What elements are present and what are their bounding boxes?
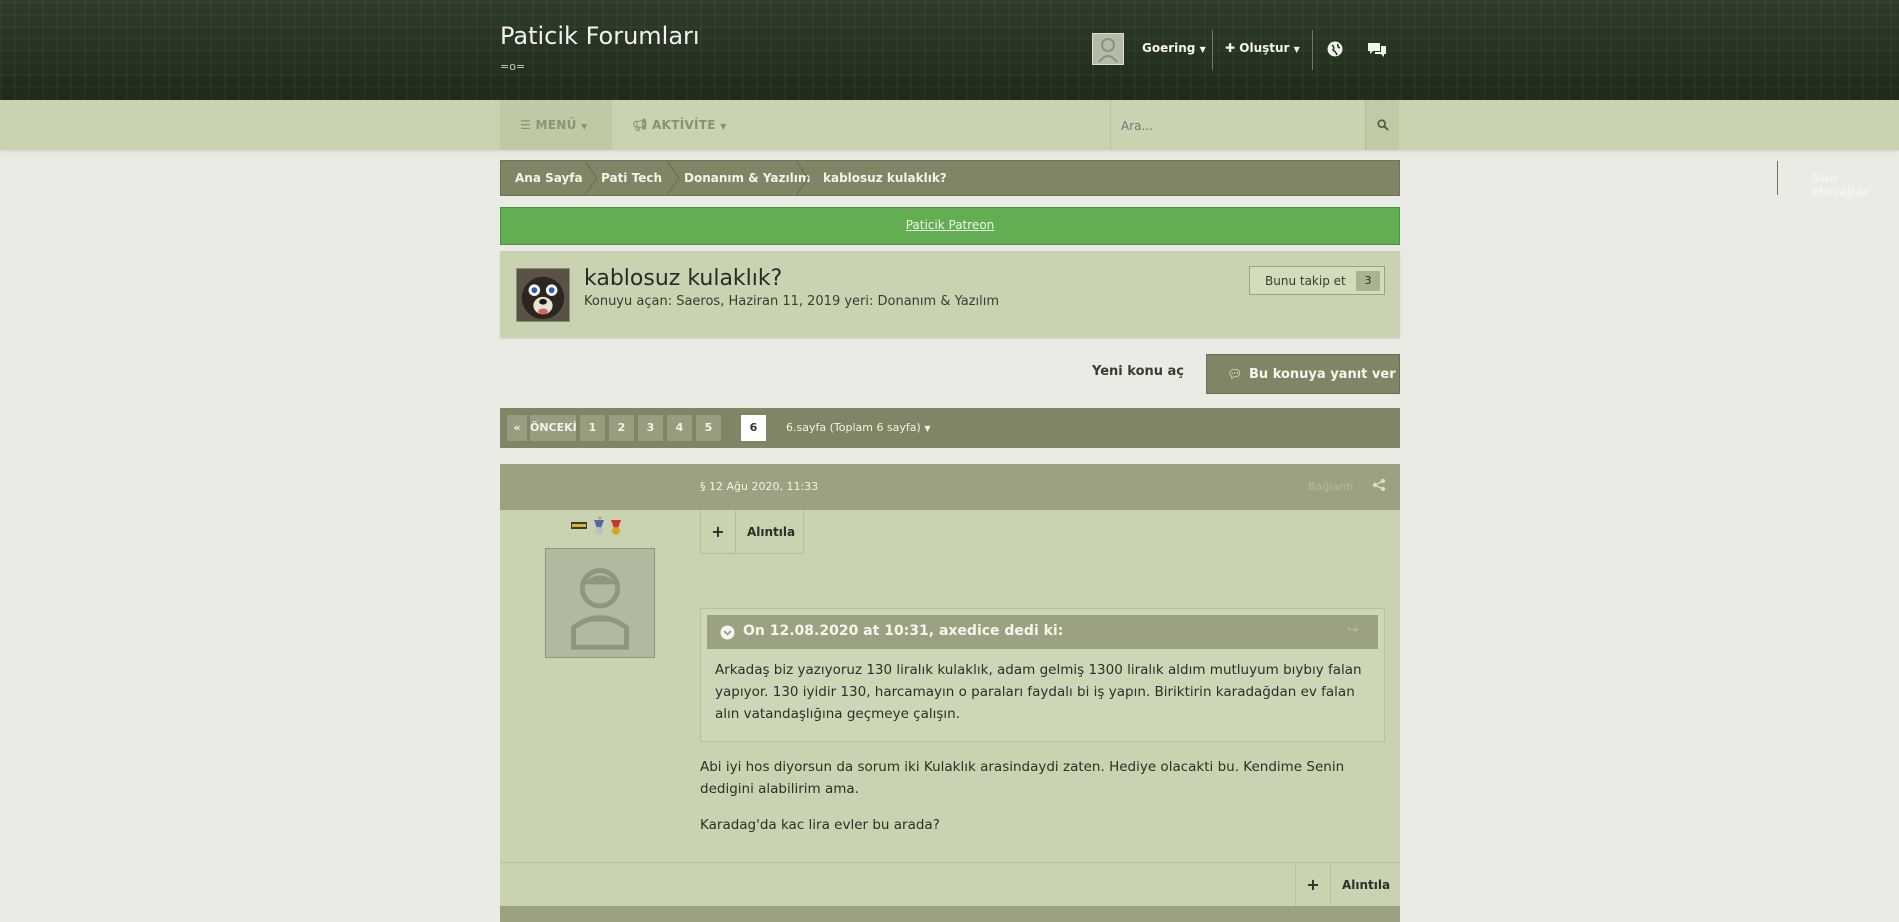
page-info-label: 6.sayfa (Toplam 6 sayfa) bbox=[786, 421, 921, 434]
thread-title: kablosuz kulaklık? bbox=[584, 266, 783, 291]
user-avatar-small[interactable] bbox=[1092, 33, 1124, 65]
jump-to-quote-icon[interactable]: ↪ bbox=[1347, 622, 1359, 638]
pagination-current-page[interactable]: 6 bbox=[741, 415, 766, 441]
chevron-down-icon: ▼ bbox=[1293, 45, 1300, 54]
follow-count-badge: 3 bbox=[1356, 271, 1380, 291]
header-divider bbox=[1212, 30, 1213, 70]
thread-meta: Konuyu açan: Saeros, Haziran 11, 2019 ye… bbox=[584, 294, 1000, 309]
globe-icon[interactable] bbox=[1326, 40, 1344, 58]
quote-text: Arkadaş biz yazıyoruz 130 liralık kulakl… bbox=[715, 662, 1362, 722]
thread-starter-avatar[interactable] bbox=[516, 268, 570, 322]
breadcrumb-separator bbox=[667, 161, 680, 195]
chevron-down-icon: ▼ bbox=[1199, 45, 1206, 54]
chevron-down-icon: ▼ bbox=[720, 122, 727, 131]
plus-icon: ✚ bbox=[1225, 41, 1236, 55]
username-label: Goering bbox=[1142, 41, 1196, 55]
create-label: Oluştur bbox=[1239, 41, 1290, 55]
list-icon: ☰ bbox=[520, 118, 532, 132]
pagination-prev[interactable]: ÖNCEKİ bbox=[530, 415, 577, 441]
share-icon[interactable] bbox=[1372, 478, 1386, 492]
chevron-down-icon: ▼ bbox=[581, 122, 588, 131]
pagination-page[interactable]: 5 bbox=[696, 415, 721, 441]
multiquote-button[interactable]: + bbox=[1296, 863, 1331, 907]
breadcrumb: Ana Sayfa Pati Tech Donanım & Yazılım ka… bbox=[500, 160, 1870, 199]
post-footer-actions: + Alıntıla bbox=[1295, 863, 1400, 907]
site-header: Paticik Forumları =o= Goering ▼ ✚ Oluştu… bbox=[0, 0, 1899, 100]
menu-button[interactable]: ☰ MENÜ ▼ bbox=[500, 100, 612, 150]
breadcrumb-separator bbox=[796, 161, 809, 195]
quote-button[interactable]: Alıntıla bbox=[747, 510, 795, 554]
patreon-link[interactable]: Paticik Patreon bbox=[906, 218, 995, 232]
bullhorn-icon: 📢︎ bbox=[632, 118, 648, 132]
multiquote-button[interactable]: + bbox=[701, 510, 736, 554]
share-label[interactable]: Bağlantı bbox=[1308, 480, 1353, 493]
header-divider bbox=[1312, 30, 1313, 70]
quote-header[interactable]: On 12.08.2020 at 10:31, axedice dedi ki:… bbox=[707, 615, 1378, 649]
post-header: § 12 Ağu 2020, 11:33 Bağlantı bbox=[500, 464, 1400, 510]
breadcrumb-separator bbox=[585, 161, 598, 195]
reply-thread-button[interactable]: 💬︎ Bu konuya yanıt ver bbox=[1206, 354, 1400, 394]
site-subtitle: =o= bbox=[500, 60, 526, 73]
conversations-icon[interactable] bbox=[1366, 40, 1388, 58]
create-menu-link[interactable]: ✚ Oluştur ▼ bbox=[1225, 41, 1300, 55]
medal-ribbons-icon[interactable] bbox=[570, 516, 630, 536]
avatar-placeholder-icon bbox=[546, 549, 654, 657]
dog-avatar-image bbox=[517, 269, 569, 321]
user-menu-link[interactable]: Goering ▼ bbox=[1142, 41, 1206, 55]
breadcrumb-donanim[interactable]: Donanım & Yazılım bbox=[684, 171, 810, 185]
avatar-placeholder-icon bbox=[1093, 34, 1123, 64]
breadcrumb-pati-tech[interactable]: Pati Tech bbox=[601, 171, 662, 185]
post: § 12 Ağu 2020, 11:33 Bağlantı + Alıntıla bbox=[500, 464, 1400, 922]
menu-nav-item: ☰ MENÜ ▼ bbox=[520, 118, 588, 132]
menu-label: MENÜ bbox=[535, 118, 577, 132]
post-footer: + Alıntıla bbox=[500, 862, 1400, 907]
pagination-bar: « ÖNCEKİ 1 2 3 4 5 6 6.sayfa (Toplam 6 s… bbox=[500, 408, 1400, 448]
post-quick-actions: + Alıntıla bbox=[700, 510, 804, 554]
recent-posts-label: Son Mesajlar bbox=[1812, 171, 1870, 199]
pagination-prev-arrow[interactable]: « bbox=[507, 415, 527, 441]
patreon-banner: Paticik Patreon bbox=[500, 207, 1400, 245]
pagination-page[interactable]: 3 bbox=[638, 415, 663, 441]
main-navigation: ☰ MENÜ ▼ 📢︎ AKTİVİTE ▼ bbox=[0, 100, 1899, 150]
activity-menu[interactable]: 📢︎ AKTİVİTE ▼ bbox=[632, 118, 727, 132]
poster-avatar[interactable] bbox=[545, 548, 655, 658]
follow-thread-button[interactable]: Bunu takip et 3 bbox=[1249, 266, 1385, 295]
quote-author: On 12.08.2020 at 10:31, axedice dedi ki: bbox=[743, 623, 1064, 639]
search-box bbox=[1110, 100, 1365, 150]
pagination-page[interactable]: 2 bbox=[609, 415, 634, 441]
quote-button[interactable]: Alıntıla bbox=[1342, 863, 1390, 907]
activity-label: AKTİVİTE bbox=[652, 118, 716, 132]
chevron-circle-down-icon[interactable] bbox=[720, 625, 735, 640]
recent-posts-link[interactable]: 🗁︎ Son Mesajlar bbox=[1777, 161, 1899, 199]
post-date[interactable]: § 12 Ağu 2020, 11:33 bbox=[700, 480, 818, 493]
breadcrumb-home[interactable]: Ana Sayfa bbox=[515, 171, 583, 185]
pagination-info[interactable]: 6.sayfa (Toplam 6 sayfa) ▼ bbox=[786, 421, 931, 434]
thread-header: kablosuz kulaklık? Konuyu açan: Saeros, … bbox=[500, 251, 1400, 338]
breadcrumb-current[interactable]: kablosuz kulaklık? bbox=[823, 171, 947, 185]
post-paragraph: Karadag'da kac lira evler bu arada? bbox=[700, 817, 940, 833]
reply-label: Bu konuya yanıt ver bbox=[1249, 367, 1396, 382]
next-post-header bbox=[500, 906, 1400, 922]
folder-open-icon: 🗁︎ bbox=[1792, 172, 1807, 186]
site-title[interactable]: Paticik Forumları bbox=[500, 22, 700, 50]
post-body: Abi iyi hos diyorsun da sorum iki Kulakl… bbox=[700, 756, 1390, 850]
search-button[interactable] bbox=[1365, 100, 1399, 150]
chevron-down-icon: ▼ bbox=[924, 424, 931, 433]
search-icon bbox=[1377, 119, 1389, 131]
pagination-page[interactable]: 1 bbox=[580, 415, 605, 441]
search-input[interactable] bbox=[1119, 114, 1343, 138]
follow-label: Bunu takip et bbox=[1265, 274, 1346, 288]
quote-block: On 12.08.2020 at 10:31, axedice dedi ki:… bbox=[700, 608, 1385, 742]
pagination-page[interactable]: 4 bbox=[667, 415, 692, 441]
post-paragraph: Abi iyi hos diyorsun da sorum iki Kulakl… bbox=[700, 759, 1345, 797]
comments-icon: 💬︎ bbox=[1227, 367, 1243, 381]
new-topic-button[interactable]: Yeni konu aç bbox=[1092, 364, 1184, 379]
